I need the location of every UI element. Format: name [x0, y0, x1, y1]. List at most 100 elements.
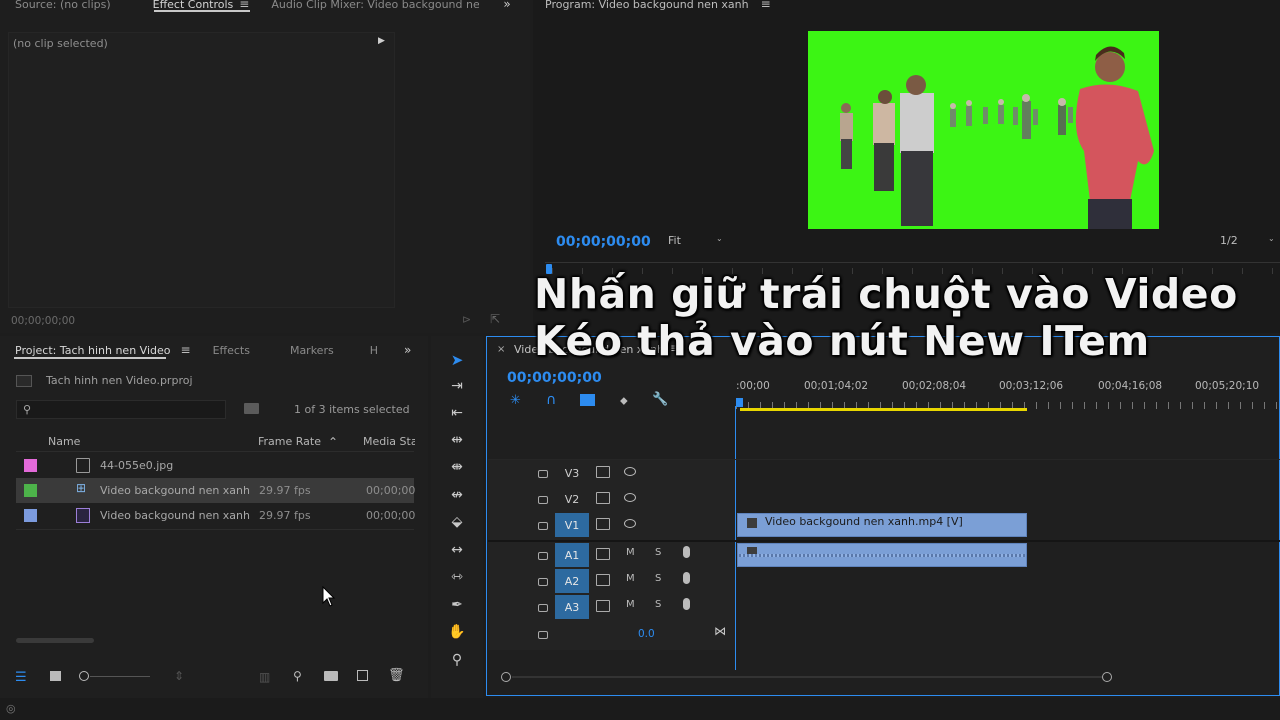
icon-view-icon[interactable]: [50, 671, 61, 681]
eye-icon[interactable]: [624, 519, 636, 528]
track-v2-target[interactable]: V2: [555, 487, 589, 511]
sync-lock-icon[interactable]: [596, 548, 610, 560]
find-icon[interactable]: ⚲: [293, 669, 302, 683]
lock-icon[interactable]: [538, 578, 548, 586]
tab-audio-clip-mixer[interactable]: Audio Clip Mixer: Video backgound nen xa…: [271, 0, 479, 11]
label-color-swatch[interactable]: [24, 484, 37, 497]
mute-button[interactable]: M: [626, 573, 635, 584]
lock-icon[interactable]: [538, 470, 548, 478]
rolling-edit-tool-icon[interactable]: ⇹: [446, 429, 468, 451]
project-menu-icon[interactable]: ≡: [181, 343, 191, 357]
track-a1-target[interactable]: A1: [555, 543, 589, 567]
track-select-tool-icon[interactable]: ⇥: [446, 375, 468, 397]
project-item-video[interactable]: Video backgound nen xanh 29.97 fps 00;00…: [16, 503, 415, 528]
tab-project[interactable]: Project: Tach hinh nen Video: [15, 344, 171, 357]
hand-tool-icon[interactable]: ✋: [446, 621, 468, 643]
snap-icon[interactable]: ∩: [546, 392, 556, 408]
program-timecode[interactable]: 00;00;00;00: [556, 234, 651, 250]
ripple-edit-tool-icon[interactable]: ⇤: [446, 402, 468, 424]
tab-source[interactable]: Source: (no clips): [15, 0, 111, 11]
column-frame-rate[interactable]: Frame Rate: [258, 435, 321, 448]
microphone-icon[interactable]: [683, 572, 690, 584]
column-media-start[interactable]: Media Sta: [363, 435, 415, 448]
project-item-sequence[interactable]: ⊞ Video backgound nen xanh 29.97 fps 00;…: [16, 478, 415, 503]
column-name[interactable]: Name: [48, 435, 80, 448]
slip-clip-tool-icon[interactable]: ↔: [446, 539, 468, 561]
sort-icons-icon[interactable]: ⇕: [174, 669, 184, 683]
tab-history[interactable]: H: [370, 344, 378, 357]
export-frame-icon[interactable]: ⇱: [490, 312, 500, 326]
sync-lock-icon[interactable]: [596, 574, 610, 586]
new-bin-icon[interactable]: [324, 671, 338, 681]
program-menu-icon[interactable]: ≡: [761, 0, 771, 11]
master-volume-value[interactable]: 0.0: [638, 628, 655, 640]
eye-icon[interactable]: [624, 493, 636, 502]
tab-program[interactable]: Program: Video backgound nen xanh: [545, 0, 749, 11]
more-panels-icon-project[interactable]: »: [404, 343, 411, 357]
label-color-swatch[interactable]: [24, 459, 37, 472]
scroll-start-handle[interactable]: [501, 672, 511, 682]
fit-dropdown[interactable]: Fit ⌄: [664, 234, 728, 250]
new-item-icon[interactable]: [357, 670, 368, 681]
resolution-dropdown[interactable]: 1/2 ⌄: [1220, 234, 1280, 250]
more-panels-icon[interactable]: »: [503, 0, 510, 11]
slip-tool-icon[interactable]: ↮: [446, 484, 468, 506]
scroll-track[interactable]: [512, 676, 1102, 678]
solo-button[interactable]: S: [655, 599, 661, 610]
razor-tool-icon[interactable]: ⬙: [446, 511, 468, 533]
sort-ascending-icon[interactable]: ⌃: [328, 435, 338, 449]
linked-selection-icon[interactable]: [580, 394, 595, 406]
microphone-icon[interactable]: [683, 546, 690, 558]
expand-arrow-icon[interactable]: ▶: [378, 36, 385, 46]
pen-tool-icon[interactable]: ✒: [446, 594, 468, 616]
work-area-bar[interactable]: [740, 408, 1027, 411]
timeline-ruler[interactable]: :00;00 00;01;04;02 00;02;08;04 00;03;12;…: [736, 380, 1280, 410]
trash-icon[interactable]: 🗑: [388, 668, 405, 683]
timeline-playhead[interactable]: [736, 398, 743, 407]
timeline-close-icon[interactable]: ×: [497, 344, 505, 355]
sync-lock-icon[interactable]: [596, 492, 610, 504]
zoom-slider-handle[interactable]: [79, 671, 89, 681]
sync-lock-icon[interactable]: [596, 518, 610, 530]
list-view-icon[interactable]: ☰: [15, 670, 27, 685]
timeline-scrollbar[interactable]: [500, 672, 1116, 682]
lock-icon[interactable]: [538, 552, 548, 560]
tab-effect-controls[interactable]: Effect Controls: [153, 0, 234, 11]
tab-markers[interactable]: Markers: [290, 344, 334, 357]
track-v3-target[interactable]: V3: [555, 461, 589, 485]
sync-lock-icon[interactable]: [596, 466, 610, 478]
zoom-tool-icon[interactable]: ⚲: [446, 649, 468, 671]
solo-button[interactable]: S: [655, 573, 661, 584]
filter-icon[interactable]: ⊳: [462, 313, 471, 326]
automate-to-sequence-icon[interactable]: ▥: [259, 670, 270, 684]
video-clip[interactable]: Video backgound nen xanh.mp4 [V]: [737, 513, 1027, 537]
microphone-icon[interactable]: [683, 598, 690, 610]
rate-stretch-tool-icon[interactable]: ⇼: [446, 456, 468, 478]
track-a2-target[interactable]: A2: [555, 569, 589, 593]
add-marker-icon[interactable]: ⬥: [620, 394, 628, 408]
project-item-image[interactable]: 44-055e0.jpg: [16, 453, 414, 478]
timeline-settings-wrench-icon[interactable]: 🔧: [652, 392, 668, 407]
mute-button[interactable]: M: [626, 599, 635, 610]
eye-icon[interactable]: [624, 467, 636, 476]
track-a3-target[interactable]: A3: [555, 595, 589, 619]
lock-icon[interactable]: [538, 631, 548, 639]
nest-toggle-icon[interactable]: ✳: [510, 393, 521, 408]
search-input[interactable]: ⚲: [16, 400, 226, 419]
zoom-slider-track[interactable]: [90, 676, 150, 677]
label-color-swatch[interactable]: [24, 509, 37, 522]
track-v1-target[interactable]: V1: [555, 513, 589, 537]
go-to-end-icon[interactable]: ⋈: [714, 624, 726, 638]
tab-effects[interactable]: Effects: [213, 344, 250, 357]
selection-tool-icon[interactable]: ➤: [446, 349, 468, 371]
lock-icon[interactable]: [538, 496, 548, 504]
project-horizontal-scrollbar[interactable]: [16, 638, 94, 643]
lock-icon[interactable]: [538, 604, 548, 612]
sync-lock-icon[interactable]: [596, 600, 610, 612]
mute-button[interactable]: M: [626, 547, 635, 558]
slide-tool-icon[interactable]: ⇿: [446, 566, 468, 588]
lock-icon[interactable]: [538, 522, 548, 530]
timeline-timecode[interactable]: 00;00;00;00: [507, 370, 602, 386]
new-search-bin-icon[interactable]: [244, 403, 259, 414]
scroll-end-handle[interactable]: [1102, 672, 1112, 682]
